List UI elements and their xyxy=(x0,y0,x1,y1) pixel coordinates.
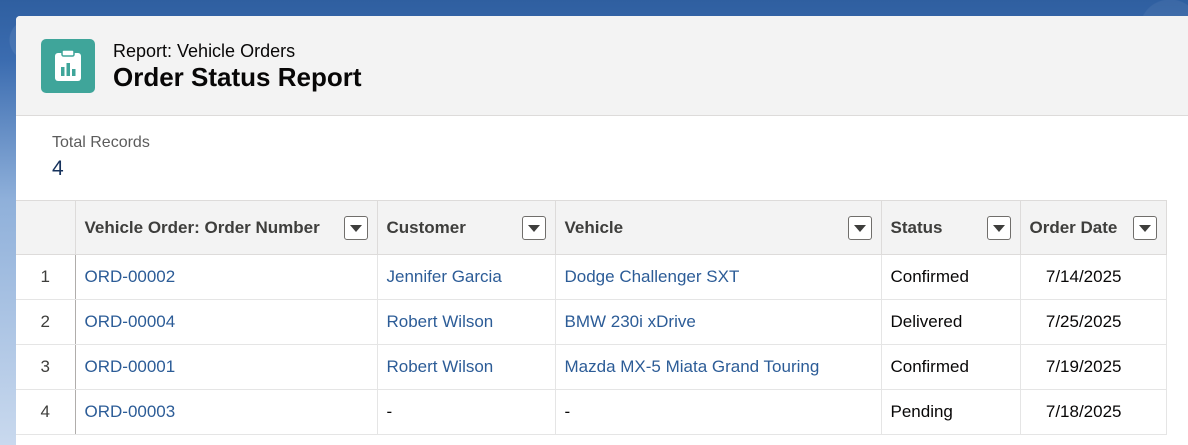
customer-cell: - xyxy=(377,389,556,435)
report-chart-icon xyxy=(41,38,95,93)
chevron-down-icon xyxy=(853,224,866,232)
vehicle-cell: - xyxy=(555,389,882,435)
column-header-order-date[interactable]: Order Date xyxy=(1020,200,1167,255)
column-header-label: Vehicle Order: Order Number xyxy=(84,217,320,237)
order-number-link[interactable]: ORD-00002 xyxy=(75,254,378,300)
column-header-order-number[interactable]: Vehicle Order: Order Number xyxy=(75,200,378,255)
customer-link[interactable]: Robert Wilson xyxy=(377,344,556,390)
column-header-label: Vehicle xyxy=(564,217,624,237)
order-number-link[interactable]: ORD-00004 xyxy=(75,299,378,345)
column-header-label: Order Date xyxy=(1029,217,1118,237)
row-number-header xyxy=(16,200,76,255)
row-number: 4 xyxy=(16,389,76,435)
row-number: 1 xyxy=(16,254,76,300)
row-number: 3 xyxy=(16,344,76,390)
chevron-down-icon xyxy=(992,224,1005,232)
summary-section: Total Records 4 xyxy=(16,116,1188,200)
order-number-link[interactable]: ORD-00003 xyxy=(75,389,378,435)
order-number-link[interactable]: ORD-00001 xyxy=(75,344,378,390)
column-header-status[interactable]: Status xyxy=(881,200,1021,255)
column-menu-button[interactable] xyxy=(986,216,1011,240)
table-row: 1 ORD-00002 Jennifer Garcia Dodge Challe… xyxy=(16,254,1167,300)
status-cell: Confirmed xyxy=(881,344,1021,390)
column-menu-button[interactable] xyxy=(1132,216,1157,240)
order-date-cell: 7/18/2025 xyxy=(1020,389,1167,435)
vehicle-link[interactable]: Mazda MX-5 Miata Grand Touring xyxy=(555,344,882,390)
chevron-down-icon xyxy=(1138,224,1151,232)
customer-link[interactable]: Jennifer Garcia xyxy=(377,254,556,300)
vehicle-link[interactable]: BMW 230i xDrive xyxy=(555,299,882,345)
status-cell: Pending xyxy=(881,389,1021,435)
report-subtitle: Report: Vehicle Orders xyxy=(113,40,296,61)
status-cell: Delivered xyxy=(881,299,1021,345)
total-records-label: Total Records xyxy=(52,134,150,151)
row-number: 2 xyxy=(16,299,76,345)
column-menu-button[interactable] xyxy=(343,216,368,240)
report-card: Report: Vehicle Orders Order Status Repo… xyxy=(16,16,1188,445)
chevron-down-icon xyxy=(527,224,540,232)
order-date-cell: 7/14/2025 xyxy=(1020,254,1167,300)
column-menu-button[interactable] xyxy=(521,216,546,240)
table-row: 3 ORD-00001 Robert Wilson Mazda MX-5 Mia… xyxy=(16,344,1167,390)
column-header-customer[interactable]: Customer xyxy=(377,200,556,255)
column-header-vehicle[interactable]: Vehicle xyxy=(555,200,882,255)
vehicle-link[interactable]: Dodge Challenger SXT xyxy=(555,254,882,300)
order-date-cell: 7/25/2025 xyxy=(1020,299,1167,345)
order-date-cell: 7/19/2025 xyxy=(1020,344,1167,390)
customer-link[interactable]: Robert Wilson xyxy=(377,299,556,345)
chevron-down-icon xyxy=(349,224,362,232)
report-header: Report: Vehicle Orders Order Status Repo… xyxy=(16,16,1188,116)
header-text: Report: Vehicle Orders Order Status Repo… xyxy=(113,40,362,92)
column-header-label: Status xyxy=(890,217,943,237)
report-table: Vehicle Order: Order Number Customer Veh… xyxy=(16,200,1167,435)
table-header-row: Vehicle Order: Order Number Customer Veh… xyxy=(16,200,1167,255)
column-menu-button[interactable] xyxy=(847,216,872,240)
table-row: 4 ORD-00003 - - Pending 7/18/2025 xyxy=(16,389,1167,435)
table-row: 2 ORD-00004 Robert Wilson BMW 230i xDriv… xyxy=(16,299,1167,345)
page-title: Order Status Report xyxy=(113,61,362,92)
column-header-label: Customer xyxy=(386,217,466,237)
status-cell: Confirmed xyxy=(881,254,1021,300)
total-records-value: 4 xyxy=(52,157,64,180)
